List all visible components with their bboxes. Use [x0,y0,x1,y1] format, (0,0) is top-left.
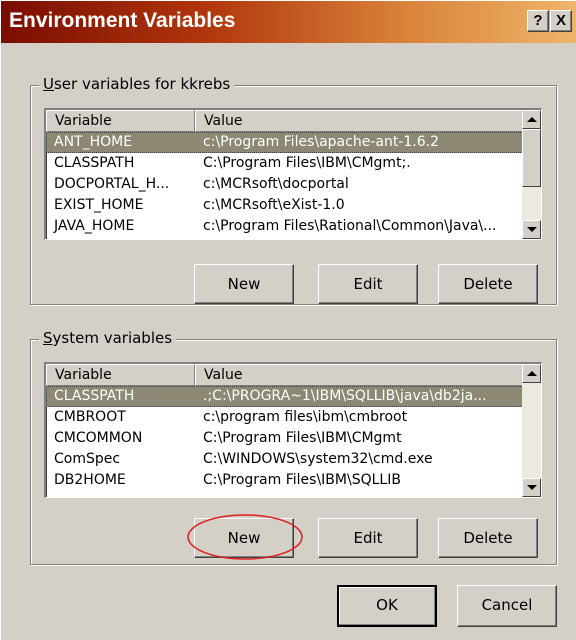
scroll-down-button[interactable] [522,220,541,239]
system-list-scrollbar[interactable] [522,364,541,497]
variable-value-cell: c:\MCRsoft\docportal [203,176,349,192]
variable-name-cell: JAVA_HOME [54,218,135,234]
scroll-down-button[interactable] [522,478,541,497]
variable-value-cell: C:\WINDOWS\system32\cmd.exe [203,451,433,467]
user-variables-label: User variables for kkrebs [39,75,235,93]
system-variable-rows: CLASSPATH .;C:\PROGRA~1\IBM\SQLLIB\java\d… [46,386,541,491]
user-variable-column-header[interactable]: Variable [46,110,195,132]
system-delete-button[interactable]: Delete [438,518,538,558]
system-variables-list[interactable]: Variable Value CLASSPATH .;C:\PROGRA~1\IB… [44,362,542,498]
user-value-column-header[interactable]: Value [195,110,525,132]
scroll-thumb[interactable] [522,129,541,187]
variable-name-cell: ComSpec [54,451,121,467]
variable-name-cell: ANT_HOME [54,134,133,150]
variable-name-cell: EXIST_HOME [54,197,144,213]
system-edit-label: Edit [353,529,383,547]
variable-value-cell: C:\Program Files\IBM\CMgmt [203,430,402,446]
cancel-button[interactable]: Cancel [457,585,557,627]
system-variable-column-header[interactable]: Variable [46,364,195,386]
scroll-up-button[interactable] [522,364,541,383]
help-button[interactable]: ? [527,10,549,32]
close-button[interactable]: X [550,10,572,32]
system-variables-label: System variables [39,329,177,347]
system-table-row[interactable]: ComSpec C:\WINDOWS\system32\cmd.exe [46,449,541,470]
variable-value-cell: C:\Program Files\IBM\SQLLIB [203,472,401,488]
user-edit-label: Edit [353,275,383,293]
system-table-row[interactable]: DB2HOME C:\Program Files\IBM\SQLLIB [46,470,541,491]
system-table-row[interactable]: CLASSPATH .;C:\PROGRA~1\IBM\SQLLIB\java\d… [46,386,541,407]
chevron-down-icon [527,485,537,490]
variable-name-cell: DB2HOME [54,472,126,488]
chevron-up-icon [527,117,537,122]
system-delete-label: Delete [463,529,513,547]
variable-name-cell: DOCPORTAL_H... [54,176,170,192]
user-table-row[interactable]: CLASSPATH C:\Program Files\IBM\CMgmt;. [46,153,541,174]
variable-value-cell: c:\Program Files\apache-ant-1.6.2 [203,134,439,150]
user-variable-rows: ANT_HOME c:\Program Files\apache-ant-1.6.… [46,132,541,237]
user-table-row[interactable]: JAVA_HOME c:\Program Files\Rational\Commo… [46,216,541,237]
system-table-row[interactable]: CMBROOT c:\program files\ibm\cmbroot [46,407,541,428]
variable-value-cell: c:\program files\ibm\cmbroot [203,409,408,425]
user-list-header: Variable Value [46,110,541,132]
variable-name-cell: CLASSPATH [54,155,135,171]
variable-value-cell: c:\MCRsoft\eXist-1.0 [203,197,345,213]
user-table-row[interactable]: EXIST_HOME c:\MCRsoft\eXist-1.0 [46,195,541,216]
variable-name-cell: CLASSPATH [54,388,135,404]
system-edit-button[interactable]: Edit [318,518,418,558]
system-new-label: New [227,529,261,547]
user-variables-group: User variables for kkrebs Variable Value… [30,75,557,305]
scroll-up-button[interactable] [522,110,541,129]
variable-value-cell: .;C:\PROGRA~1\IBM\SQLLIB\java\db2ja... [203,388,487,404]
user-delete-button[interactable]: Delete [438,264,538,304]
user-variables-list[interactable]: Variable Value ANT_HOME c:\Program Files\… [44,108,542,240]
user-table-row[interactable]: DOCPORTAL_H... c:\MCRsoft\docportal [46,174,541,195]
user-delete-label: Delete [463,275,513,293]
chevron-down-icon [527,227,537,232]
variable-value-cell: c:\Program Files\Rational\Common\Java\..… [203,218,497,234]
user-table-row[interactable]: ANT_HOME c:\Program Files\apache-ant-1.6.… [46,132,541,153]
window-title: Environment Variables [9,9,236,32]
system-value-column-header[interactable]: Value [195,364,525,386]
variable-value-cell: C:\Program Files\IBM\CMgmt;. [203,155,411,171]
system-new-button[interactable]: New [194,518,294,558]
title-bar[interactable]: Environment Variables ? X [1,1,576,43]
user-new-label: New [227,275,261,293]
ok-button[interactable]: OK [337,585,437,627]
user-list-scrollbar[interactable] [522,110,541,239]
system-variables-group: System variables Variable Value CLASSPAT… [30,329,557,565]
variable-name-cell: CMBROOT [54,409,126,425]
variable-name-cell: CMCOMMON [54,430,143,446]
environment-variables-dialog: Environment Variables ? X User variables… [0,0,576,640]
user-edit-button[interactable]: Edit [318,264,418,304]
user-new-button[interactable]: New [194,264,294,304]
system-list-header: Variable Value [46,364,541,386]
chevron-up-icon [527,371,537,376]
system-table-row[interactable]: CMCOMMON C:\Program Files\IBM\CMgmt [46,428,541,449]
